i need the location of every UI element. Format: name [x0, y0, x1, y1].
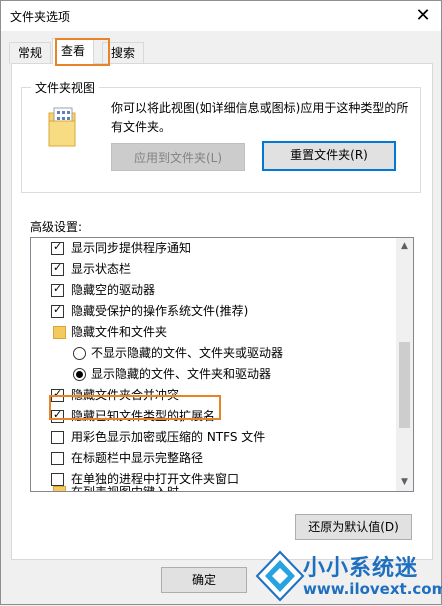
- scroll-thumb[interactable]: [399, 342, 410, 428]
- list-item-label: 用彩色显示加密或压缩的 NTFS 文件: [71, 430, 266, 444]
- list-item-label: 在列表视图中键入时: [71, 485, 180, 492]
- list-item-label: 显示隐藏的文件、文件夹和驱动器: [91, 367, 272, 381]
- watermark-logo-icon: [255, 550, 305, 602]
- title-bar: 文件夹选项 ✕: [1, 1, 441, 31]
- list-item-label: 隐藏空的驱动器: [71, 283, 156, 297]
- checkbox[interactable]: [51, 431, 64, 444]
- scroll-down-icon[interactable]: ▼: [396, 474, 413, 491]
- advanced-settings-list[interactable]: ✓ 显示同步提供程序通知 ✓ 显示状态栏 ✓ 隐藏空的驱动器 ✓ 隐藏受保护的操…: [30, 237, 414, 492]
- list-item-label: 显示同步提供程序通知: [71, 241, 192, 255]
- restore-defaults-button[interactable]: 还原为默认值(D): [295, 514, 412, 540]
- tab-view[interactable]: 查看: [52, 38, 95, 64]
- radio-button[interactable]: [73, 368, 86, 381]
- list-item-label: 在标题栏中显示完整路径: [71, 451, 204, 465]
- folder-icon: [53, 486, 66, 491]
- close-icon[interactable]: ✕: [413, 6, 433, 26]
- apply-to-folders-button[interactable]: 应用到文件夹(L): [111, 143, 245, 171]
- watermark-title: 小小系统迷: [303, 556, 419, 581]
- checkbox[interactable]: ✓: [51, 240, 64, 255]
- watermark: 小小系统迷 www.ilovext.com: [255, 546, 442, 606]
- checkbox[interactable]: ✓: [51, 387, 64, 402]
- checkbox[interactable]: ✓: [51, 282, 64, 297]
- list-item-label: 显示状态栏: [71, 262, 132, 276]
- list-item-label: 隐藏已知文件类型的扩展名: [71, 409, 216, 423]
- list-item-label: 隐藏文件夹合并冲突: [71, 388, 180, 402]
- folder-icon: [53, 326, 66, 339]
- reset-folders-button[interactable]: 重置文件夹(R): [262, 141, 396, 171]
- ok-button[interactable]: 确定: [161, 567, 247, 593]
- checkbox[interactable]: [51, 452, 64, 465]
- radio-button[interactable]: [73, 347, 86, 360]
- scroll-up-icon[interactable]: ▲: [396, 238, 413, 255]
- checkbox[interactable]: ✓: [51, 303, 64, 318]
- checkbox[interactable]: ✓: [51, 261, 64, 276]
- folder-view-icon: [48, 107, 76, 147]
- list-scrollbar[interactable]: ▲ ▼: [396, 238, 413, 491]
- tab-search[interactable]: 搜索: [102, 42, 145, 64]
- checkbox[interactable]: [51, 473, 64, 486]
- folder-views-legend: 文件夹视图: [31, 79, 100, 96]
- watermark-url: www.ilovext.com: [303, 580, 442, 598]
- list-item-label: 不显示隐藏的文件、文件夹或驱动器: [91, 346, 284, 360]
- folder-options-dialog: 文件夹选项 ✕ 常规 查看 搜索 文件夹视图 你可以将此视图(如详细信息或图标)…: [0, 0, 442, 605]
- tab-general[interactable]: 常规: [9, 42, 52, 64]
- list-item-label: 隐藏受保护的操作系统文件(推荐): [71, 304, 249, 318]
- window-title: 文件夹选项: [10, 10, 71, 24]
- advanced-settings-label: 高级设置:: [30, 220, 83, 234]
- checkbox[interactable]: ✓: [51, 408, 64, 423]
- folder-views-description: 你可以将此视图(如详细信息或图标)应用于这种类型的所有文件夹。: [111, 101, 409, 134]
- list-item-label: 隐藏文件和文件夹: [71, 325, 168, 339]
